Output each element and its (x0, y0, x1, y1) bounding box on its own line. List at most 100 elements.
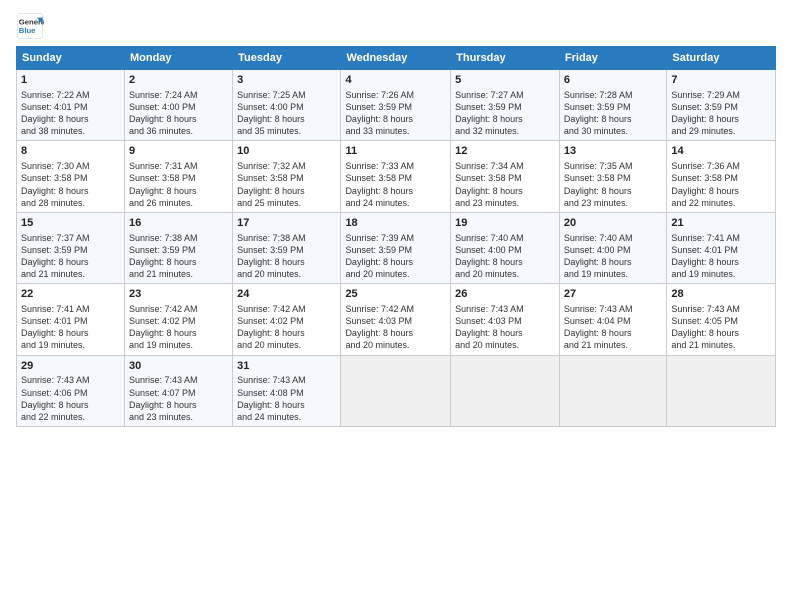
day-cell (559, 355, 666, 426)
day-detail: Sunrise: 7:37 AMSunset: 3:59 PMDaylight:… (21, 232, 120, 281)
day-number: 6 (564, 73, 662, 88)
day-number: 12 (455, 144, 555, 159)
day-detail: Sunrise: 7:42 AMSunset: 4:02 PMDaylight:… (129, 303, 228, 352)
day-number: 1 (21, 73, 120, 88)
day-cell: 16Sunrise: 7:38 AMSunset: 3:59 PMDayligh… (124, 212, 232, 283)
day-number: 11 (345, 144, 446, 159)
day-cell: 30Sunrise: 7:43 AMSunset: 4:07 PMDayligh… (124, 355, 232, 426)
day-number: 24 (237, 287, 336, 302)
day-number: 9 (129, 144, 228, 159)
day-number: 30 (129, 359, 228, 374)
day-detail: Sunrise: 7:26 AMSunset: 3:59 PMDaylight:… (345, 89, 446, 138)
week-row-3: 15Sunrise: 7:37 AMSunset: 3:59 PMDayligh… (17, 212, 776, 283)
day-cell: 12Sunrise: 7:34 AMSunset: 3:58 PMDayligh… (451, 141, 560, 212)
day-cell: 1Sunrise: 7:22 AMSunset: 4:01 PMDaylight… (17, 70, 125, 141)
day-cell: 14Sunrise: 7:36 AMSunset: 3:58 PMDayligh… (667, 141, 776, 212)
day-number: 4 (345, 73, 446, 88)
day-detail: Sunrise: 7:25 AMSunset: 4:00 PMDaylight:… (237, 89, 336, 138)
day-detail: Sunrise: 7:43 AMSunset: 4:04 PMDaylight:… (564, 303, 662, 352)
day-detail: Sunrise: 7:43 AMSunset: 4:07 PMDaylight:… (129, 374, 228, 423)
day-cell: 27Sunrise: 7:43 AMSunset: 4:04 PMDayligh… (559, 284, 666, 355)
day-detail: Sunrise: 7:40 AMSunset: 4:00 PMDaylight:… (455, 232, 555, 281)
day-number: 21 (671, 216, 771, 231)
header-cell-wednesday: Wednesday (341, 47, 451, 70)
day-detail: Sunrise: 7:24 AMSunset: 4:00 PMDaylight:… (129, 89, 228, 138)
day-cell: 25Sunrise: 7:42 AMSunset: 4:03 PMDayligh… (341, 284, 451, 355)
day-number: 19 (455, 216, 555, 231)
header-cell-monday: Monday (124, 47, 232, 70)
day-number: 31 (237, 359, 336, 374)
day-detail: Sunrise: 7:28 AMSunset: 3:59 PMDaylight:… (564, 89, 662, 138)
day-detail: Sunrise: 7:33 AMSunset: 3:58 PMDaylight:… (345, 160, 446, 209)
day-detail: Sunrise: 7:29 AMSunset: 3:59 PMDaylight:… (671, 89, 771, 138)
day-detail: Sunrise: 7:41 AMSunset: 4:01 PMDaylight:… (671, 232, 771, 281)
day-number: 5 (455, 73, 555, 88)
day-number: 25 (345, 287, 446, 302)
header-cell-saturday: Saturday (667, 47, 776, 70)
day-detail: Sunrise: 7:43 AMSunset: 4:03 PMDaylight:… (455, 303, 555, 352)
day-number: 26 (455, 287, 555, 302)
header-cell-friday: Friday (559, 47, 666, 70)
day-cell: 18Sunrise: 7:39 AMSunset: 3:59 PMDayligh… (341, 212, 451, 283)
day-cell: 10Sunrise: 7:32 AMSunset: 3:58 PMDayligh… (233, 141, 341, 212)
day-cell: 11Sunrise: 7:33 AMSunset: 3:58 PMDayligh… (341, 141, 451, 212)
day-detail: Sunrise: 7:30 AMSunset: 3:58 PMDaylight:… (21, 160, 120, 209)
day-detail: Sunrise: 7:39 AMSunset: 3:59 PMDaylight:… (345, 232, 446, 281)
day-detail: Sunrise: 7:43 AMSunset: 4:08 PMDaylight:… (237, 374, 336, 423)
day-cell: 15Sunrise: 7:37 AMSunset: 3:59 PMDayligh… (17, 212, 125, 283)
day-number: 14 (671, 144, 771, 159)
day-cell: 5Sunrise: 7:27 AMSunset: 3:59 PMDaylight… (451, 70, 560, 141)
day-cell: 9Sunrise: 7:31 AMSunset: 3:58 PMDaylight… (124, 141, 232, 212)
day-cell: 24Sunrise: 7:42 AMSunset: 4:02 PMDayligh… (233, 284, 341, 355)
day-detail: Sunrise: 7:34 AMSunset: 3:58 PMDaylight:… (455, 160, 555, 209)
day-cell: 26Sunrise: 7:43 AMSunset: 4:03 PMDayligh… (451, 284, 560, 355)
calendar-body: 1Sunrise: 7:22 AMSunset: 4:01 PMDaylight… (17, 70, 776, 427)
logo-icon: General Blue (16, 12, 44, 40)
day-cell: 29Sunrise: 7:43 AMSunset: 4:06 PMDayligh… (17, 355, 125, 426)
day-number: 22 (21, 287, 120, 302)
day-cell: 17Sunrise: 7:38 AMSunset: 3:59 PMDayligh… (233, 212, 341, 283)
day-number: 28 (671, 287, 771, 302)
day-number: 7 (671, 73, 771, 88)
header-cell-thursday: Thursday (451, 47, 560, 70)
week-row-2: 8Sunrise: 7:30 AMSunset: 3:58 PMDaylight… (17, 141, 776, 212)
day-detail: Sunrise: 7:43 AMSunset: 4:05 PMDaylight:… (671, 303, 771, 352)
day-detail: Sunrise: 7:32 AMSunset: 3:58 PMDaylight:… (237, 160, 336, 209)
day-number: 17 (237, 216, 336, 231)
day-detail: Sunrise: 7:27 AMSunset: 3:59 PMDaylight:… (455, 89, 555, 138)
day-cell: 6Sunrise: 7:28 AMSunset: 3:59 PMDaylight… (559, 70, 666, 141)
day-cell: 8Sunrise: 7:30 AMSunset: 3:58 PMDaylight… (17, 141, 125, 212)
day-cell: 7Sunrise: 7:29 AMSunset: 3:59 PMDaylight… (667, 70, 776, 141)
week-row-4: 22Sunrise: 7:41 AMSunset: 4:01 PMDayligh… (17, 284, 776, 355)
day-detail: Sunrise: 7:43 AMSunset: 4:06 PMDaylight:… (21, 374, 120, 423)
day-number: 15 (21, 216, 120, 231)
day-detail: Sunrise: 7:38 AMSunset: 3:59 PMDaylight:… (129, 232, 228, 281)
day-cell: 19Sunrise: 7:40 AMSunset: 4:00 PMDayligh… (451, 212, 560, 283)
day-number: 16 (129, 216, 228, 231)
day-cell: 31Sunrise: 7:43 AMSunset: 4:08 PMDayligh… (233, 355, 341, 426)
day-cell (667, 355, 776, 426)
day-detail: Sunrise: 7:41 AMSunset: 4:01 PMDaylight:… (21, 303, 120, 352)
day-number: 13 (564, 144, 662, 159)
day-number: 20 (564, 216, 662, 231)
calendar-table: SundayMondayTuesdayWednesdayThursdayFrid… (16, 46, 776, 427)
day-cell (451, 355, 560, 426)
logo: General Blue (16, 12, 47, 40)
day-cell (341, 355, 451, 426)
header: General Blue (16, 12, 776, 40)
day-number: 18 (345, 216, 446, 231)
header-cell-tuesday: Tuesday (233, 47, 341, 70)
day-detail: Sunrise: 7:36 AMSunset: 3:58 PMDaylight:… (671, 160, 771, 209)
day-number: 8 (21, 144, 120, 159)
header-cell-sunday: Sunday (17, 47, 125, 70)
day-cell: 23Sunrise: 7:42 AMSunset: 4:02 PMDayligh… (124, 284, 232, 355)
day-cell: 4Sunrise: 7:26 AMSunset: 3:59 PMDaylight… (341, 70, 451, 141)
svg-text:Blue: Blue (19, 26, 36, 35)
day-cell: 28Sunrise: 7:43 AMSunset: 4:05 PMDayligh… (667, 284, 776, 355)
calendar-header: SundayMondayTuesdayWednesdayThursdayFrid… (17, 47, 776, 70)
day-number: 29 (21, 359, 120, 374)
day-cell: 20Sunrise: 7:40 AMSunset: 4:00 PMDayligh… (559, 212, 666, 283)
day-detail: Sunrise: 7:31 AMSunset: 3:58 PMDaylight:… (129, 160, 228, 209)
day-detail: Sunrise: 7:40 AMSunset: 4:00 PMDaylight:… (564, 232, 662, 281)
day-detail: Sunrise: 7:38 AMSunset: 3:59 PMDaylight:… (237, 232, 336, 281)
